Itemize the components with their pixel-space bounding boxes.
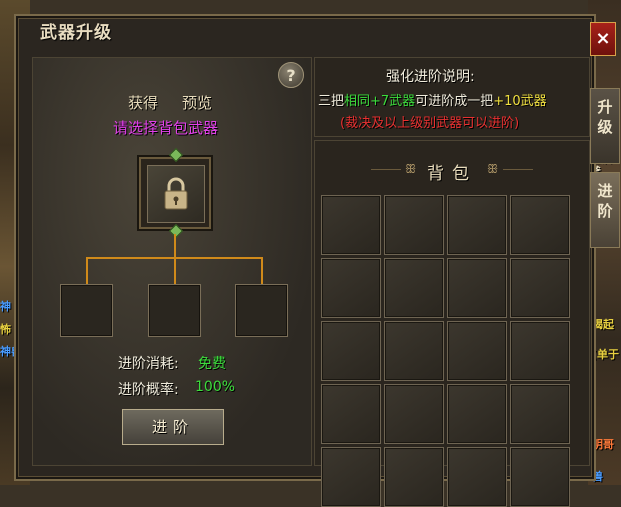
bag-slot[interactable] <box>384 447 444 507</box>
tab-upgrade[interactable]: 升级 <box>590 88 620 164</box>
rate-value: 100% <box>195 379 236 395</box>
tab-advance-label: 进阶 <box>597 182 613 220</box>
question-icon: ? <box>286 66 296 85</box>
bag-slot[interactable] <box>321 447 381 507</box>
bag-slot[interactable] <box>447 321 507 381</box>
bag-slot[interactable] <box>447 195 507 255</box>
obtain-label: 获得 <box>128 94 159 112</box>
bag-slot[interactable] <box>321 321 381 381</box>
bag-grid <box>321 195 575 507</box>
info-title: 强化进阶说明: <box>386 69 475 85</box>
info-rule-line: 三把相同+7武器可进阶成一把+10武器 <box>318 90 547 109</box>
info-rule-mid: 可进阶成一把 <box>415 94 494 109</box>
bag-slot[interactable] <box>510 258 570 318</box>
bag-slot[interactable] <box>510 447 570 507</box>
bag-slot[interactable] <box>510 321 570 381</box>
connector-line <box>261 257 263 284</box>
bag-ornament-icon: ꕥ <box>487 162 499 176</box>
connector-line <box>86 257 88 284</box>
material-slot[interactable] <box>235 284 288 337</box>
lock-icon <box>164 177 188 210</box>
connector-line <box>174 257 176 284</box>
material-slot[interactable] <box>148 284 201 337</box>
bag-slot[interactable] <box>321 195 381 255</box>
cost-value: 免费 <box>198 356 226 372</box>
material-slot[interactable] <box>60 284 113 337</box>
bag-header: ꕥ 背包 ꕥ <box>315 147 589 184</box>
preview-label: 预览 <box>182 94 213 112</box>
bag-slot[interactable] <box>447 384 507 444</box>
tab-upgrade-label: 升级 <box>597 98 613 136</box>
window-title: 武器升级 <box>40 23 112 43</box>
bag-divider <box>503 169 533 170</box>
info-rule-plus: +10武器 <box>493 94 547 109</box>
help-button[interactable]: ? <box>278 62 304 88</box>
bag-slot[interactable] <box>384 195 444 255</box>
bag-slot[interactable] <box>510 195 570 255</box>
close-icon: × <box>595 28 611 49</box>
bag-slot[interactable] <box>510 384 570 444</box>
info-note: (裁决及以上级别武器可以进阶) <box>340 116 520 131</box>
bag-slot[interactable] <box>447 447 507 507</box>
bag-slot[interactable] <box>447 258 507 318</box>
result-slot-frame <box>147 165 205 223</box>
tab-advance[interactable]: 进阶 <box>590 172 620 248</box>
close-button[interactable]: × <box>590 22 616 56</box>
bg-text-fragment: 神 <box>0 300 11 313</box>
bag-slot[interactable] <box>384 321 444 381</box>
bag-slot[interactable] <box>384 384 444 444</box>
bag-slot[interactable] <box>384 258 444 318</box>
select-weapon-prompt: 请选择背包武器 <box>113 119 219 137</box>
advance-button[interactable]: 进阶 <box>122 409 224 445</box>
bg-text-fragment: 怖 <box>0 323 11 336</box>
bg-text-fragment: (单于 <box>592 348 620 361</box>
bag-title: 背包 <box>427 164 477 184</box>
bag-slot[interactable] <box>321 384 381 444</box>
bag-slot[interactable] <box>321 258 381 318</box>
connector-line <box>174 234 176 258</box>
result-weapon-slot[interactable] <box>139 157 211 229</box>
cost-label: 进阶消耗: <box>118 356 179 372</box>
info-rule-same: 相同+7武器 <box>344 94 416 109</box>
rate-label: 进阶概率: <box>118 382 179 398</box>
bag-panel: ꕥ 背包 ꕥ <box>314 140 590 507</box>
info-rule-prefix: 三把 <box>318 94 345 109</box>
